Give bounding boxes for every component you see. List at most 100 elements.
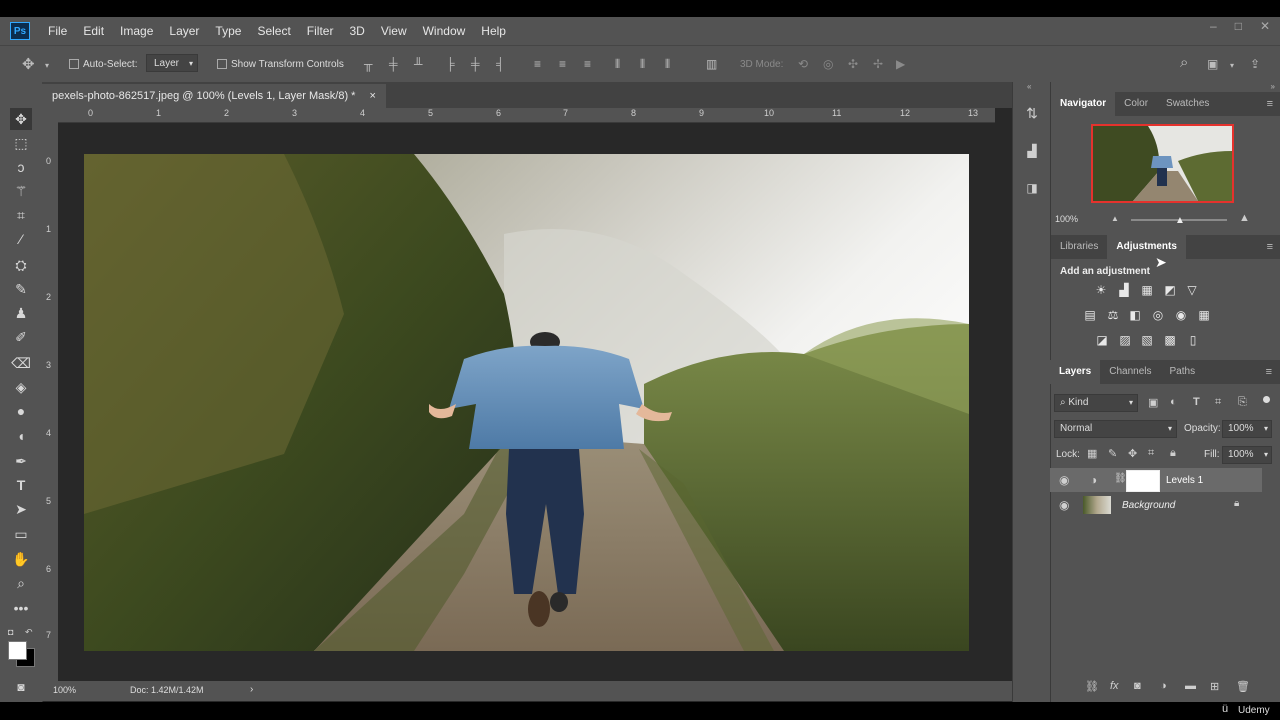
- filter-smart-object-icon[interactable]: ⎘: [1238, 396, 1247, 409]
- align-vcenter-icon[interactable]: ╪: [389, 57, 398, 71]
- rectangle-tool-icon[interactable]: ▭: [10, 523, 32, 545]
- chevron-down-icon[interactable]: ▾: [45, 61, 49, 70]
- distribute-bottom-icon[interactable]: ≡: [584, 57, 591, 71]
- visibility-eye-icon[interactable]: ◉: [1059, 498, 1069, 512]
- threshold-icon[interactable]: ▧: [1139, 333, 1155, 347]
- 3d-rotate-icon[interactable]: ⟲: [798, 57, 808, 71]
- menu-window[interactable]: Window: [415, 24, 474, 38]
- menu-select[interactable]: Select: [249, 24, 298, 38]
- navigator-zoom[interactable]: 100%: [1055, 214, 1078, 224]
- close-tab-icon[interactable]: ×: [369, 84, 375, 108]
- vibrance-icon[interactable]: ▽: [1184, 283, 1200, 297]
- color-balance-icon[interactable]: ⚖: [1105, 308, 1121, 322]
- menu-edit[interactable]: Edit: [75, 24, 112, 38]
- tab-navigator[interactable]: Navigator: [1051, 92, 1116, 116]
- delete-layer-icon[interactable]: 🗑︎: [1236, 680, 1250, 693]
- menu-view[interactable]: View: [373, 24, 415, 38]
- dodge-tool-icon[interactable]: ◖: [10, 425, 32, 447]
- distribute-right-icon[interactable]: ⫴: [665, 57, 670, 72]
- fill-field[interactable]: 100% ▾: [1222, 446, 1272, 464]
- gradient-map-icon[interactable]: ▯: [1185, 333, 1201, 347]
- hand-tool-icon[interactable]: ✋: [10, 548, 32, 570]
- hue-saturation-icon[interactable]: ▤: [1082, 308, 1098, 322]
- tab-paths[interactable]: Paths: [1161, 360, 1205, 384]
- pen-tool-icon[interactable]: ✒: [10, 450, 32, 472]
- close-button[interactable]: ✕: [1260, 19, 1270, 33]
- lock-pixels-icon[interactable]: ✎: [1108, 447, 1117, 460]
- auto-select-checkbox[interactable]: [69, 59, 79, 69]
- document-tab[interactable]: pexels-photo-862517.jpeg @ 100% (Levels …: [42, 84, 386, 108]
- distribute-vcenter-icon[interactable]: ≡: [559, 57, 566, 71]
- auto-select-dropdown[interactable]: Layer ▾: [146, 54, 198, 72]
- layer-filter-kind[interactable]: ⌕ Kind ▾: [1054, 394, 1138, 412]
- swap-colors-icon[interactable]: ↶: [25, 627, 33, 638]
- type-tool-icon[interactable]: T: [10, 474, 32, 496]
- tab-color[interactable]: Color: [1115, 92, 1157, 116]
- default-colors-icon[interactable]: ◘: [8, 627, 13, 637]
- align-hcenter-icon[interactable]: ╪: [471, 57, 480, 71]
- layer-name[interactable]: Levels 1: [1166, 475, 1203, 486]
- layer-style-icon[interactable]: fx: [1110, 680, 1119, 692]
- workspace-icon[interactable]: ▣: [1207, 57, 1218, 71]
- filter-pixel-icon[interactable]: ▣: [1148, 396, 1158, 409]
- curves-icon[interactable]: ▦: [1139, 283, 1155, 297]
- menu-image[interactable]: Image: [112, 24, 161, 38]
- collapse-icon[interactable]: »: [1271, 82, 1275, 91]
- black-white-icon[interactable]: ◧: [1127, 308, 1143, 322]
- brightness-contrast-icon[interactable]: ☀: [1093, 283, 1109, 297]
- paint-bucket-tool-icon[interactable]: ◈: [10, 376, 32, 398]
- magic-wand-tool-icon[interactable]: ⚚: [10, 180, 32, 202]
- color-lookup-icon[interactable]: ▦: [1196, 308, 1212, 322]
- lasso-tool-icon[interactable]: ↄ: [10, 156, 32, 178]
- blur-tool-icon[interactable]: ●: [10, 400, 32, 422]
- history-panel-icon[interactable]: ⇅: [1021, 102, 1043, 124]
- 3d-scale-icon[interactable]: ▶: [896, 57, 905, 71]
- visibility-eye-icon[interactable]: ◉: [1059, 473, 1069, 487]
- zoom-in-icon[interactable]: ▲: [1239, 212, 1250, 224]
- layer-mask-thumbnail[interactable]: [1126, 470, 1160, 492]
- minimize-button[interactable]: –: [1210, 19, 1217, 33]
- eyedropper-tool-icon[interactable]: ⁄: [10, 228, 32, 250]
- align-left-icon[interactable]: ╞: [446, 57, 455, 71]
- blend-mode-dropdown[interactable]: Normal ▾: [1054, 420, 1177, 438]
- filter-adjustment-icon[interactable]: ◐: [1170, 396, 1177, 408]
- show-transform-checkbox[interactable]: [217, 59, 227, 69]
- tab-adjustments[interactable]: Adjustments: [1107, 235, 1186, 259]
- search-icon[interactable]: ⌕: [1180, 54, 1188, 71]
- chevron-down-icon[interactable]: ▾: [1230, 61, 1234, 70]
- menu-filter[interactable]: Filter: [299, 24, 342, 38]
- add-mask-icon[interactable]: ◙: [1134, 680, 1141, 692]
- lock-artboard-icon[interactable]: ⌗: [1148, 447, 1154, 460]
- menu-3d[interactable]: 3D: [341, 24, 372, 38]
- collapse-icon[interactable]: «: [1027, 82, 1031, 91]
- zoom-level[interactable]: 100%: [53, 685, 76, 695]
- canvas-image[interactable]: [84, 154, 969, 651]
- tab-swatches[interactable]: Swatches: [1157, 92, 1218, 116]
- quick-mask-icon[interactable]: ◙: [10, 676, 32, 698]
- tab-channels[interactable]: Channels: [1100, 360, 1160, 384]
- lock-transparent-icon[interactable]: ▦: [1087, 447, 1097, 460]
- photo-filter-icon[interactable]: ◎: [1150, 308, 1166, 322]
- panel-menu-icon[interactable]: ≡: [1267, 241, 1273, 253]
- zoom-tool-icon[interactable]: ⌕: [10, 572, 32, 594]
- maximize-button[interactable]: □: [1235, 19, 1242, 33]
- panel-menu-icon[interactable]: ≡: [1267, 98, 1273, 110]
- brush-tool-icon[interactable]: ✎: [10, 278, 32, 300]
- opacity-field[interactable]: 100% ▾: [1222, 420, 1272, 438]
- layer-row-levels[interactable]: ◉ ◑ ⛓ Levels 1: [1050, 468, 1262, 492]
- move-tool-icon[interactable]: ✥: [22, 55, 35, 73]
- tab-layers[interactable]: Layers: [1050, 360, 1101, 384]
- selective-color-icon[interactable]: ▩: [1162, 333, 1178, 347]
- 3d-roll-icon[interactable]: ◎: [823, 57, 833, 71]
- menu-help[interactable]: Help: [473, 24, 514, 38]
- layer-row-background[interactable]: ◉ Background 🔒︎: [1050, 493, 1262, 517]
- lock-all-icon[interactable]: 🔒︎: [1170, 447, 1176, 460]
- move-tool-icon[interactable]: ✥: [10, 108, 32, 130]
- properties-panel-icon[interactable]: ◨: [1021, 177, 1043, 199]
- slider-thumb[interactable]: ▲: [1175, 215, 1185, 226]
- layer-name[interactable]: Background: [1122, 500, 1175, 511]
- stamp-tool-icon[interactable]: ♟: [10, 302, 32, 324]
- distribute-top-icon[interactable]: ≡: [534, 57, 541, 71]
- new-group-icon[interactable]: ▬: [1185, 680, 1196, 692]
- panel-menu-icon[interactable]: ≡: [1266, 366, 1272, 378]
